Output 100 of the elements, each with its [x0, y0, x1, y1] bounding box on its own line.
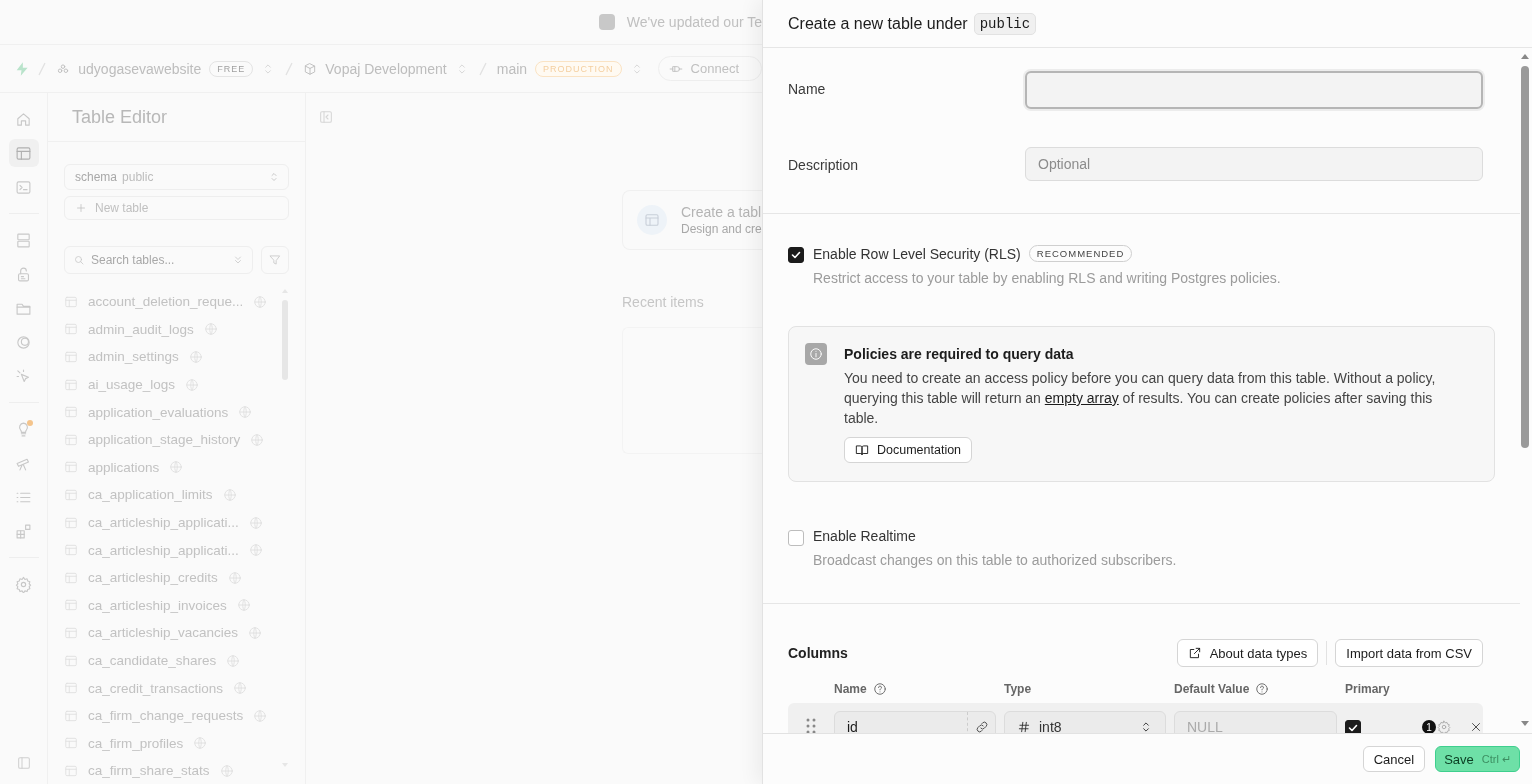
table-icon [644, 212, 660, 228]
checkmark-icon [790, 249, 802, 261]
lock-icon [15, 265, 32, 283]
settings-icon [1437, 720, 1451, 733]
callout-title: Policies are required to query data [844, 346, 1075, 362]
helper-text: Broadcast changes on this table to authorized subscribers. [813, 552, 1177, 568]
table-list-item[interactable]: ca_articleship_applicati... [64, 536, 275, 564]
name-input-field[interactable] [1025, 71, 1483, 109]
table-name: admin_settings [88, 349, 179, 365]
globe-icon [226, 653, 241, 668]
shortcut-hint: Ctrl ↵ [1481, 752, 1511, 766]
help-icon[interactable] [1255, 682, 1270, 696]
column-name-field[interactable]: id [834, 711, 996, 733]
toolbar-button[interactable]: Import data from CSV [1335, 639, 1483, 667]
chevron-icon [232, 254, 244, 266]
table-list-item[interactable]: ca_application_limits [64, 481, 275, 509]
checkbox-label: Enable Row Level Security (RLS) [813, 245, 1021, 262]
globe-icon [236, 598, 251, 613]
checkbox[interactable] [1345, 720, 1361, 733]
project-name[interactable]: Vopaj Development [325, 60, 447, 77]
globe-icon [203, 322, 218, 337]
table-icon [64, 598, 78, 613]
cube-icon [303, 61, 318, 76]
globe-icon [185, 377, 200, 392]
helper-text: Restrict access to your table by enabling RLS and writing Postgres policies. [813, 270, 1281, 286]
table-icon [64, 294, 78, 309]
table-name: ca_articleship_vacancies [88, 625, 239, 641]
globe-icon [219, 763, 234, 778]
table-list-item[interactable]: applications [64, 453, 275, 482]
section-heading: Columns [788, 645, 849, 661]
type-select[interactable]: int8 [1004, 711, 1166, 733]
table-list-item[interactable]: ai_usage_logs [64, 370, 275, 399]
table-list-item[interactable]: ca_firm_profiles [64, 729, 275, 758]
filter-button[interactable] [261, 246, 289, 274]
table-list-item[interactable]: application_evaluations [64, 398, 275, 426]
table-list-item[interactable]: ca_articleship_invoices [64, 591, 275, 620]
external-link-icon [1187, 646, 1202, 660]
rail-button[interactable] [8, 139, 39, 167]
sidebar-icon[interactable] [15, 755, 32, 771]
card-title: Create a tabl [681, 204, 762, 220]
table-icon [64, 432, 78, 447]
globe-icon [233, 681, 248, 696]
pointer-icon [15, 367, 32, 385]
description-input-field[interactable]: Optional [1025, 147, 1483, 181]
column-settings-button[interactable] [1437, 720, 1451, 733]
drawer-title: Create a new table under [788, 14, 968, 33]
table-name: ca_articleship_applicati... [88, 542, 239, 558]
alert-icon [598, 14, 615, 30]
organization-name[interactable]: udyogasevawebsite [78, 60, 202, 77]
cancel-button[interactable]: Cancel [1362, 746, 1426, 772]
table-list-item[interactable]: ca_articleship_vacancies [64, 619, 275, 647]
table-list-item[interactable]: account_deletion_reque... [64, 288, 275, 316]
column-header: Default Value [1174, 682, 1250, 696]
collapse-panel-icon[interactable] [318, 109, 334, 125]
table-list-item[interactable]: ca_articleship_applicati... [64, 508, 275, 537]
link-icon[interactable] [975, 720, 989, 733]
schema-select[interactable]: schema public [64, 164, 289, 190]
card-subtitle: Design and cre [681, 222, 762, 236]
new-table-button[interactable]: New table [64, 196, 289, 220]
remove-column-button[interactable] [1469, 720, 1483, 733]
table-name: ca_articleship_invoices [88, 597, 227, 613]
globe-icon [248, 543, 263, 558]
table-icon [64, 625, 78, 640]
table-icon [64, 322, 78, 337]
table-list-item[interactable]: ca_articleship_credits [64, 563, 275, 592]
table-list-item[interactable]: ca_candidate_shares [64, 646, 275, 675]
globe-icon [193, 736, 208, 751]
table-list-item[interactable]: ca_credit_transactions [64, 674, 275, 702]
table-list-item[interactable]: ca_firm_share_stats [64, 757, 275, 784]
table-name: ca_articleship_applicati... [88, 515, 239, 531]
table-icon [64, 570, 78, 585]
table-list-item[interactable]: application_stage_history [64, 425, 275, 454]
globe-icon [169, 460, 184, 475]
field-label: Description [788, 156, 860, 175]
drag-handle-icon[interactable] [806, 717, 816, 733]
help-icon[interactable] [872, 682, 887, 696]
toolbar-button[interactable]: About data types [1176, 639, 1319, 667]
table-icon [64, 681, 78, 696]
globe-icon [238, 405, 253, 420]
home-icon [15, 110, 32, 128]
search-field[interactable]: Search tables... [64, 246, 253, 274]
save-button[interactable]: Save Ctrl ↵ [1435, 746, 1520, 772]
search-icon [73, 254, 85, 266]
checkbox[interactable] [788, 247, 804, 263]
checkbox[interactable] [788, 530, 804, 546]
table-list-item[interactable]: admin_settings [64, 343, 275, 371]
table-name: applications [88, 459, 160, 475]
documentation-button[interactable]: Documentation [844, 437, 973, 463]
table-name: account_deletion_reque... [88, 294, 244, 310]
table-name: ca_application_limits [88, 487, 213, 503]
environment-badge: PRODUCTION [535, 60, 622, 77]
table-list-item[interactable]: admin_audit_logs [64, 315, 275, 344]
schema-name: public [973, 12, 1037, 35]
branch-name[interactable]: main [496, 60, 528, 77]
default-value-field[interactable]: NULL [1174, 711, 1337, 733]
announcement-text: We've updated our Te [626, 14, 762, 30]
close-icon [1469, 720, 1483, 733]
table-list-item[interactable]: ca_firm_change_requests [64, 701, 275, 730]
book-icon [855, 443, 869, 457]
empty-array-link[interactable]: empty array [1044, 390, 1119, 406]
